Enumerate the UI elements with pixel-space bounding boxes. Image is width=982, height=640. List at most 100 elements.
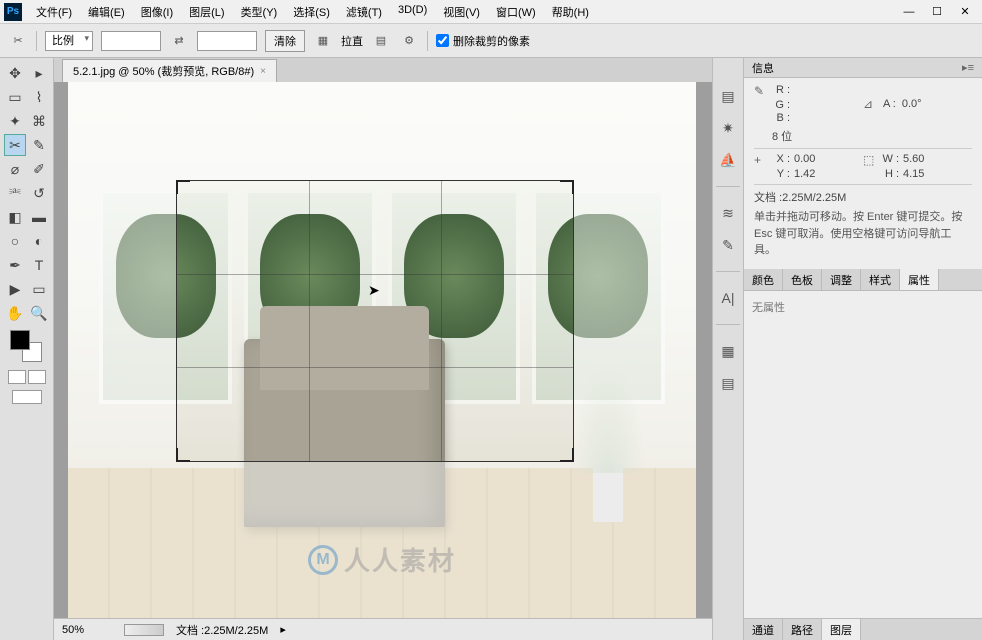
eraser-tool[interactable]: ◧ (4, 206, 26, 228)
panel-menu-icon[interactable]: ▸≡ (962, 61, 974, 74)
tab-paths[interactable]: 路径 (783, 619, 822, 640)
menu-edit[interactable]: 编辑(E) (82, 2, 131, 22)
position-icon: + (754, 153, 768, 167)
path-select-tool[interactable]: ▶ (4, 278, 26, 300)
delete-cropped-input[interactable] (436, 34, 449, 47)
crop-handle-tr[interactable] (560, 180, 574, 194)
quick-mask-toggle (4, 370, 49, 384)
close-button[interactable]: ✕ (952, 3, 978, 21)
tab-adjustments[interactable]: 调整 (822, 269, 861, 290)
menu-help[interactable]: 帮助(H) (546, 2, 595, 22)
options-bar: ✂ 比例 ⇄ 清除 ▦ 拉直 ▤ ⚙ 删除裁剪的像素 (0, 24, 982, 58)
tab-color[interactable]: 颜色 (744, 269, 783, 290)
artboard-tool[interactable]: ▸ (28, 62, 50, 84)
gradient-tool[interactable]: ▬ (28, 206, 50, 228)
tab-styles[interactable]: 样式 (861, 269, 900, 290)
watermark: M 人人素材 (308, 541, 456, 578)
lasso-tool[interactable]: ⌇ (28, 86, 50, 108)
magic-wand-tool[interactable]: ✦ (4, 110, 26, 132)
crop-handle-br[interactable] (560, 448, 574, 462)
standard-mode-button[interactable] (8, 370, 26, 384)
tab-properties[interactable]: 属性 (900, 269, 939, 290)
document-tab[interactable]: 5.2.1.jpg @ 50% (裁剪预览, RGB/8#) × (62, 59, 277, 82)
status-menu-icon[interactable]: ▸ (280, 623, 286, 636)
crop-dim-area (574, 180, 696, 462)
menu-select[interactable]: 选择(S) (287, 2, 336, 22)
watermark-text: 人人素材 (344, 541, 456, 578)
right-panels: 信息 ▸≡ ✎R : G : B : ⊿ A : 0.0° 8 位 + (744, 58, 982, 640)
menu-window[interactable]: 窗口(W) (490, 2, 542, 22)
tab-close-icon[interactable]: × (260, 66, 266, 77)
blur-tool[interactable]: ○ (4, 230, 26, 252)
navigator-icon[interactable]: ✷ (718, 118, 738, 138)
menu-type[interactable]: 类型(Y) (235, 2, 284, 22)
pen-tool[interactable]: ✒ (4, 254, 26, 276)
menu-3d[interactable]: 3D(D) (392, 2, 433, 22)
properties-empty: 无属性 (752, 302, 785, 314)
history-icon[interactable]: ⛵ (718, 150, 738, 170)
quick-select-tool[interactable]: ⌘ (28, 110, 50, 132)
hand-tool[interactable]: ✋ (4, 302, 26, 324)
menu-image[interactable]: 图像(I) (135, 2, 179, 22)
crop-width-input[interactable] (101, 31, 161, 51)
document-tab-title: 5.2.1.jpg @ 50% (裁剪预览, RGB/8#) (73, 63, 254, 79)
healing-brush-tool[interactable]: ⌀ (4, 158, 26, 180)
menu-filter[interactable]: 滤镜(T) (340, 2, 388, 22)
paragraph-icon[interactable]: ▦ (718, 341, 738, 361)
eyedropper-tool[interactable]: ✎ (28, 134, 50, 156)
main-area: ✥ ▸ ▭ ⌇ ✦ ⌘ ✂ ✎ ⌀ ✐ ⎃ ↺ ◧ ▬ ○ ◐ ✒ T ▶ ▭ … (0, 58, 982, 640)
crop-box[interactable] (176, 180, 574, 462)
info-panel-header[interactable]: 信息 ▸≡ (744, 58, 982, 78)
clone-stamp-tool[interactable]: ⎃ (4, 182, 26, 204)
character-icon[interactable]: A| (718, 288, 738, 308)
zoom-level[interactable]: 50% (62, 624, 112, 636)
menu-file[interactable]: 文件(F) (30, 2, 78, 22)
info-help-text: 单击并拖动可移动。按 Enter 键可提交。按 Esc 键可取消。使用空格键可访… (754, 205, 972, 263)
quick-mask-button[interactable] (28, 370, 46, 384)
foreground-color[interactable] (10, 330, 30, 350)
clear-button[interactable]: 清除 (265, 30, 305, 52)
maximize-button[interactable]: ☐ (924, 3, 950, 21)
layers-icon[interactable]: ▤ (718, 373, 738, 393)
minimize-button[interactable]: — (896, 3, 922, 21)
panel-dock-strip: ▤ ✷ ⛵ ≋ ✎ A| ▦ ▤ (712, 58, 744, 640)
info-doc-size: 文档 :2.25M/2.25M (754, 189, 972, 205)
type-tool[interactable]: T (28, 254, 50, 276)
shape-tool[interactable]: ▭ (28, 278, 50, 300)
move-tool[interactable]: ✥ (4, 62, 26, 84)
window-controls: — ☐ ✕ (896, 3, 978, 21)
brush-tool[interactable]: ✐ (28, 158, 50, 180)
crop-height-input[interactable] (197, 31, 257, 51)
brush-presets-icon[interactable]: ✎ (718, 235, 738, 255)
menu-layer[interactable]: 图层(L) (183, 2, 230, 22)
straighten-icon[interactable]: ▦ (313, 31, 333, 51)
color-swatches[interactable] (10, 330, 42, 362)
history-brush-tool[interactable]: ↺ (28, 182, 50, 204)
histogram-icon[interactable]: ▤ (718, 86, 738, 106)
document-tabs: 5.2.1.jpg @ 50% (裁剪预览, RGB/8#) × (54, 58, 712, 82)
zoom-tool[interactable]: 🔍 (28, 302, 50, 324)
tab-layers[interactable]: 图层 (822, 619, 861, 640)
menu-view[interactable]: 视图(V) (437, 2, 486, 22)
status-doc-size: 文档 :2.25M/2.25M (176, 622, 268, 638)
screen-mode-button[interactable] (12, 390, 42, 404)
crop-tool[interactable]: ✂ (4, 134, 26, 156)
ratio-preset-select[interactable]: 比例 (45, 31, 93, 51)
brushes-icon[interactable]: ≋ (718, 203, 738, 223)
crop-handle-tl[interactable] (176, 180, 190, 194)
overlay-grid-icon[interactable]: ▤ (371, 31, 391, 51)
dodge-tool[interactable]: ◐ (28, 230, 50, 252)
crop-tool-icon[interactable]: ✂ (8, 31, 28, 51)
canvas[interactable]: ➤ M 人人素材 (68, 82, 696, 618)
screen-mode (4, 390, 49, 404)
eyedropper-rgb-icon: ✎ (754, 84, 768, 98)
tab-swatches[interactable]: 色板 (783, 269, 822, 290)
delete-cropped-checkbox[interactable]: 删除裁剪的像素 (436, 33, 530, 49)
crop-handle-bl[interactable] (176, 448, 190, 462)
status-bar: 50% 文档 :2.25M/2.25M ▸ (54, 618, 712, 640)
status-preview[interactable] (124, 624, 164, 636)
swap-dimensions-icon[interactable]: ⇄ (169, 31, 189, 51)
crop-options-gear-icon[interactable]: ⚙ (399, 31, 419, 51)
tab-channels[interactable]: 通道 (744, 619, 783, 640)
marquee-tool[interactable]: ▭ (4, 86, 26, 108)
